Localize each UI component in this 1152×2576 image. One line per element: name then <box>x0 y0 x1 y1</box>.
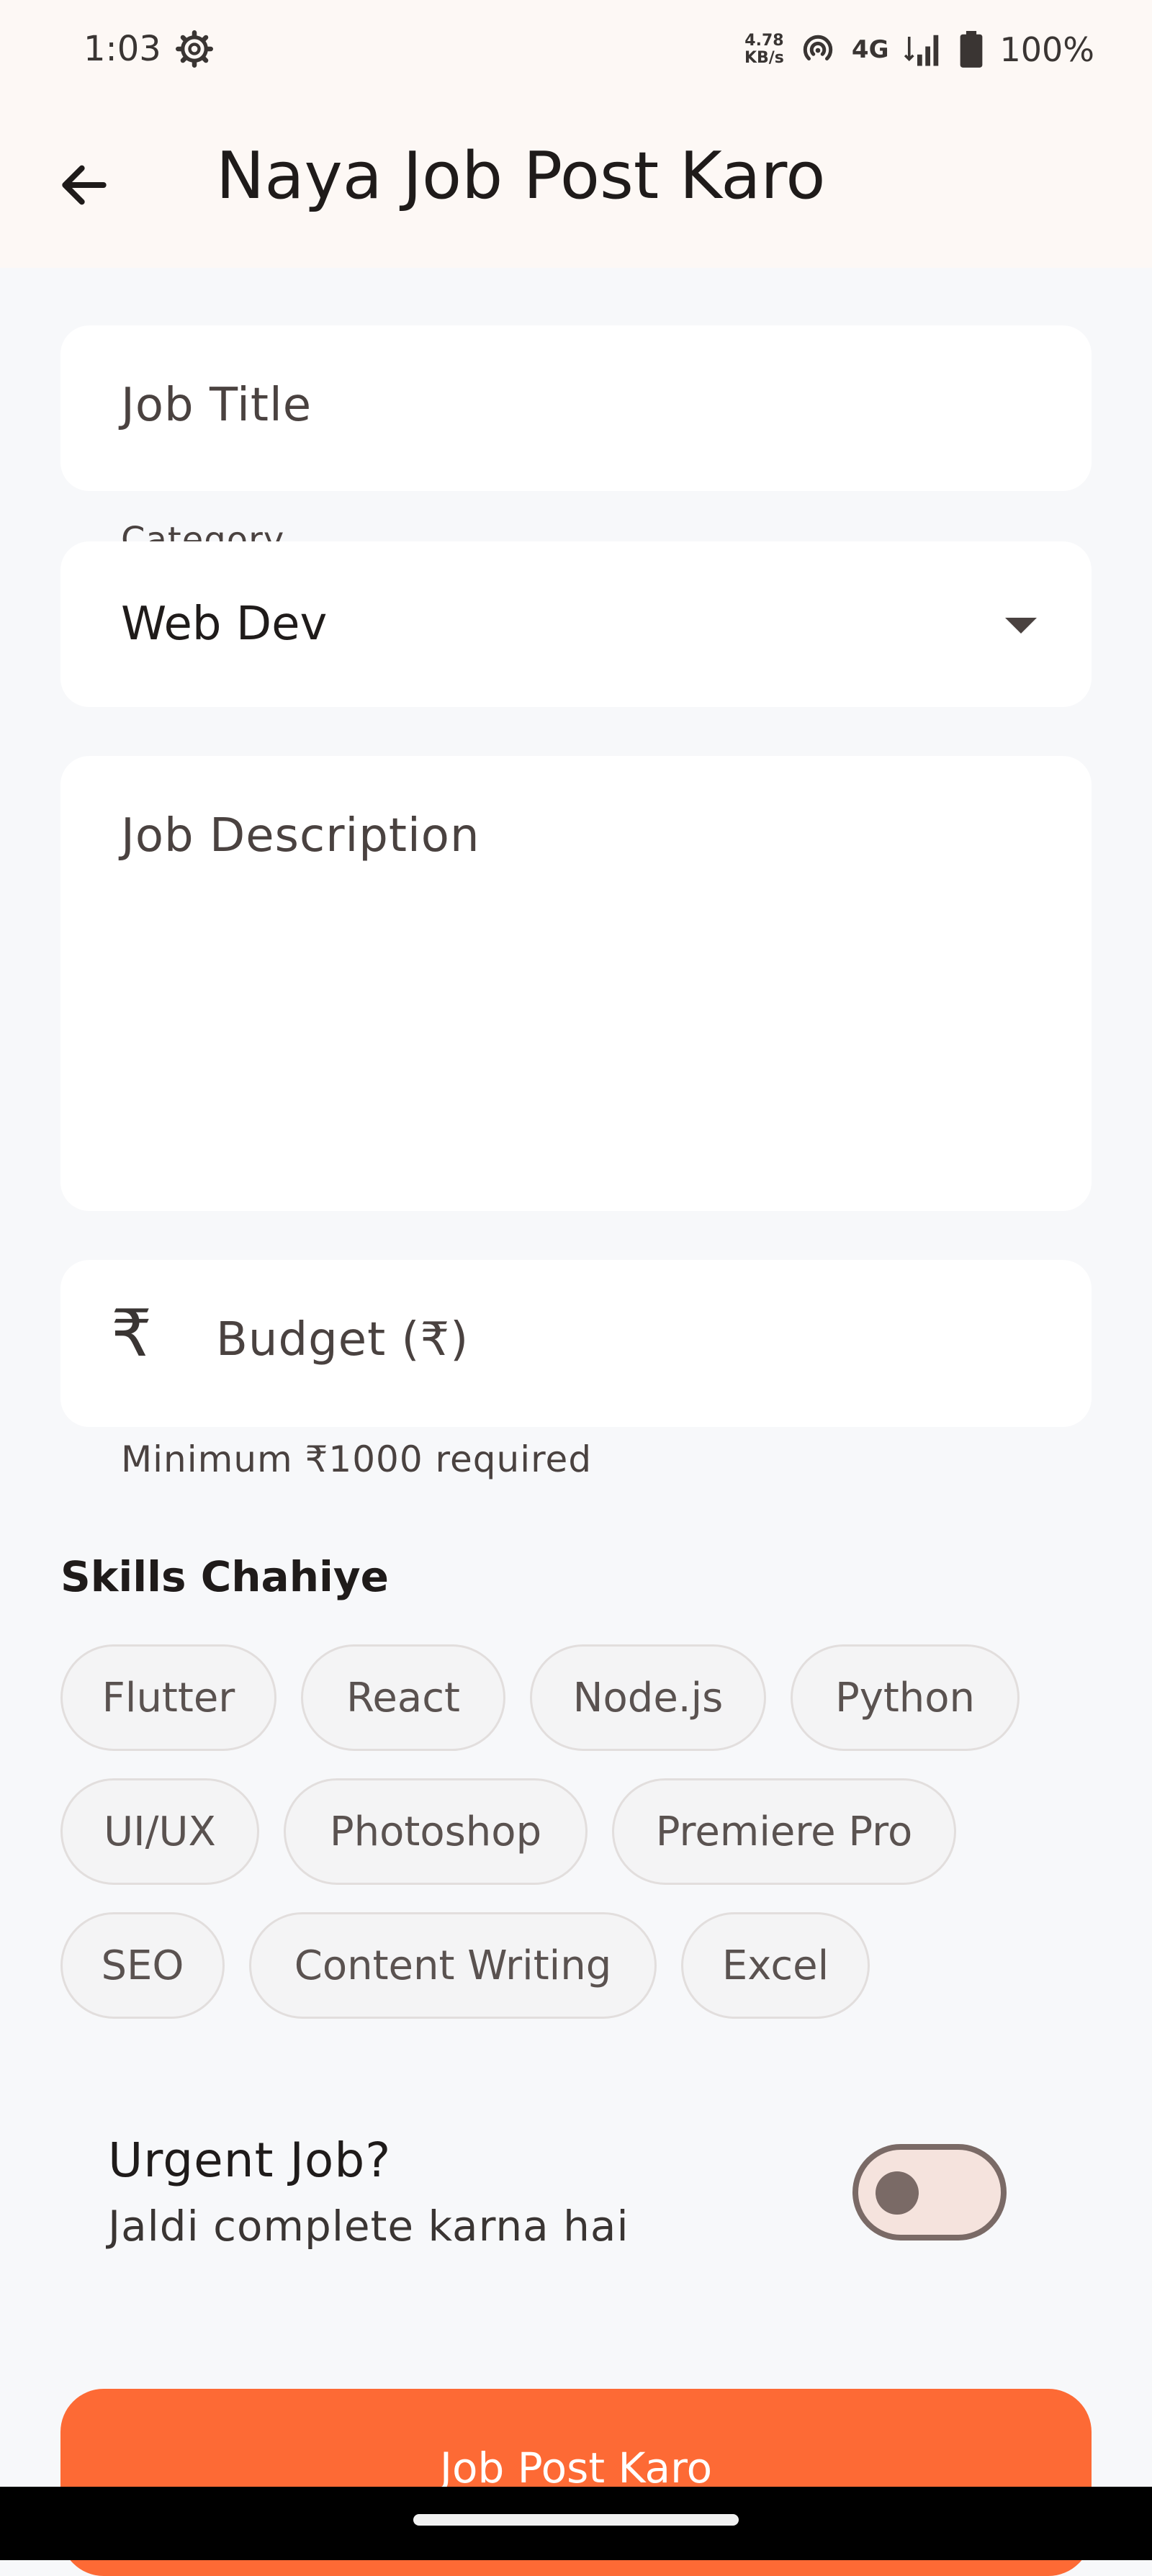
skill-chip-react[interactable]: React <box>301 1644 505 1751</box>
budget-placeholder: Budget (₹) <box>216 1313 469 1366</box>
skill-chip-uiux[interactable]: UI/UX <box>60 1778 259 1885</box>
job-title-placeholder: Job Title <box>121 379 312 432</box>
skill-chip-excel[interactable]: Excel <box>681 1912 870 2019</box>
back-button[interactable] <box>45 145 124 225</box>
skills-title: Skills Chahiye <box>60 1552 390 1601</box>
battery-level: 100% <box>999 30 1094 69</box>
app-bar: Naya Job Post Karo <box>0 101 1152 268</box>
skill-chip-premiere-pro[interactable]: Premiere Pro <box>612 1778 956 1885</box>
urgent-title: Urgent Job? <box>108 2133 392 2188</box>
network-speed-value: 4.78 <box>744 32 784 50</box>
skill-chip-flutter[interactable]: Flutter <box>60 1644 276 1751</box>
status-indicators: 4.78 KB/s 4G 100% <box>744 24 1094 75</box>
category-dropdown[interactable]: Web Dev <box>60 541 1092 707</box>
hotspot-icon <box>803 35 833 60</box>
status-bar: 1:03 4.78 KB/s 4G 100% <box>0 0 1152 101</box>
skill-chip-nodejs[interactable]: Node.js <box>530 1644 766 1751</box>
status-time: 1:03 <box>84 29 161 69</box>
budget-input[interactable]: ₹ Budget (₹) <box>60 1260 1092 1427</box>
urgent-subtitle: Jaldi complete karna hai <box>108 2202 629 2251</box>
job-description-input[interactable]: Job Description <box>60 756 1092 1211</box>
skill-chip-content-writing[interactable]: Content Writing <box>249 1912 657 2019</box>
urgent-toggle[interactable] <box>852 2144 1007 2241</box>
home-gesture-handle[interactable] <box>413 2514 739 2526</box>
skill-chip-photoshop[interactable]: Photoshop <box>284 1778 588 1885</box>
dropdown-arrow-icon <box>1005 618 1037 634</box>
battery-icon <box>960 31 983 68</box>
navigation-bar <box>0 2487 1152 2560</box>
category-value: Web Dev <box>121 598 328 651</box>
network-speed-unit: KB/s <box>744 49 784 67</box>
network-type: 4G <box>851 35 889 64</box>
toggle-knob <box>876 2171 919 2215</box>
signal-icon <box>904 35 939 66</box>
gear-icon <box>176 30 213 68</box>
arrow-left-icon <box>62 165 107 205</box>
page-title: Naya Job Post Karo <box>216 138 826 214</box>
job-description-placeholder: Job Description <box>121 809 480 863</box>
job-title-input[interactable]: Job Title <box>60 325 1092 491</box>
skill-chip-seo[interactable]: SEO <box>60 1912 225 2019</box>
network-speed: 4.78 KB/s <box>744 32 784 67</box>
budget-helper-text: Minimum ₹1000 required <box>121 1438 593 1480</box>
rupee-icon: ₹ <box>111 1296 153 1372</box>
skill-chip-python[interactable]: Python <box>791 1644 1020 1751</box>
